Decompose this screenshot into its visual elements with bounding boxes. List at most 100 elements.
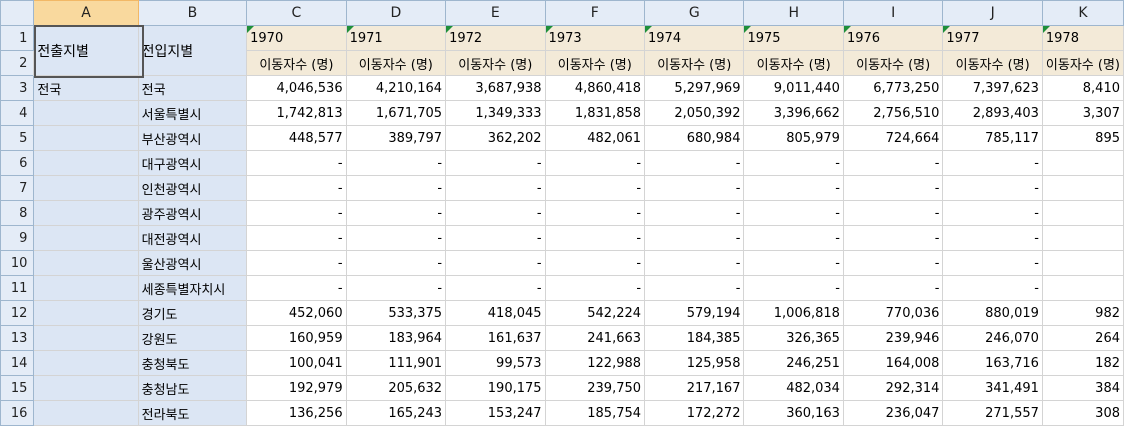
- cell-value[interactable]: -: [644, 225, 745, 251]
- unit-cell[interactable]: 이동자수 (명): [644, 50, 745, 76]
- cell-region[interactable]: 전국: [137, 75, 248, 101]
- cell-value[interactable]: 161,637: [445, 325, 546, 351]
- cell-value[interactable]: -: [544, 250, 646, 276]
- cell-value[interactable]: 205,632: [345, 375, 447, 401]
- column-header-f[interactable]: F: [544, 0, 646, 26]
- cell-origin[interactable]: [33, 300, 139, 326]
- cell-value[interactable]: -: [544, 175, 646, 201]
- cell-value[interactable]: 239,750: [544, 375, 646, 401]
- cell-value[interactable]: -: [445, 275, 546, 301]
- column-header-g[interactable]: G: [644, 0, 745, 26]
- cell-value[interactable]: 895: [1041, 125, 1124, 151]
- cell-value[interactable]: 4,210,164: [345, 75, 447, 101]
- cell-value[interactable]: 172,272: [644, 400, 745, 426]
- year-cell[interactable]: 1976: [842, 25, 944, 51]
- cell-origin[interactable]: [33, 275, 139, 301]
- cell-value[interactable]: 3,307: [1041, 100, 1124, 126]
- row-header-8[interactable]: 8: [0, 200, 35, 226]
- cell-value[interactable]: 292,314: [842, 375, 944, 401]
- cell-value[interactable]: -: [345, 150, 447, 176]
- sheet-table[interactable]: A B C D E F G H I J K 1 전출지별 전입지별 1970 1971 1972 1973 1974…: [0, 0, 1124, 426]
- cell-value[interactable]: [1041, 225, 1124, 251]
- cell-value[interactable]: 533,375: [345, 300, 447, 326]
- unit-cell[interactable]: 이동자수 (명): [743, 50, 844, 76]
- cell-value[interactable]: 3,396,662: [743, 100, 844, 126]
- cell-value[interactable]: -: [942, 150, 1043, 176]
- cell-value[interactable]: -: [445, 150, 546, 176]
- cell-value[interactable]: -: [544, 150, 646, 176]
- cell-value[interactable]: -: [644, 175, 745, 201]
- unit-cell[interactable]: 이동자수 (명): [942, 50, 1043, 76]
- cell-value[interactable]: 384: [1041, 375, 1124, 401]
- cell-value[interactable]: 341,491: [942, 375, 1043, 401]
- year-cell[interactable]: 1972: [445, 25, 546, 51]
- column-header-c[interactable]: C: [246, 0, 347, 26]
- cell-value[interactable]: 190,175: [445, 375, 546, 401]
- row-header-2[interactable]: 2: [0, 50, 35, 76]
- cell-value[interactable]: 1,671,705: [345, 100, 447, 126]
- year-cell[interactable]: 1970: [246, 25, 347, 51]
- cell-value[interactable]: 153,247: [445, 400, 546, 426]
- cell-value[interactable]: -: [345, 175, 447, 201]
- cell-value[interactable]: 448,577: [246, 125, 347, 151]
- cell-value[interactable]: 2,756,510: [842, 100, 944, 126]
- cell-value[interactable]: -: [743, 200, 844, 226]
- unit-cell[interactable]: 이동자수 (명): [246, 50, 347, 76]
- cell-value[interactable]: 271,557: [942, 400, 1043, 426]
- column-header-i[interactable]: I: [842, 0, 944, 26]
- cell-value[interactable]: 1,006,818: [743, 300, 844, 326]
- cell-region[interactable]: 광주광역시: [137, 200, 248, 226]
- column-header-h[interactable]: H: [743, 0, 844, 26]
- column-header-j[interactable]: J: [942, 0, 1043, 26]
- cell-value[interactable]: 9,011,440: [743, 75, 844, 101]
- row-header-5[interactable]: 5: [0, 125, 35, 151]
- column-header-e[interactable]: E: [445, 0, 546, 26]
- cell-value[interactable]: 246,251: [743, 350, 844, 376]
- cell-value[interactable]: [1041, 175, 1124, 201]
- row-header-10[interactable]: 10: [0, 250, 35, 276]
- cell-value[interactable]: 389,797: [345, 125, 447, 151]
- cell-value[interactable]: 246,070: [942, 325, 1043, 351]
- cell-value[interactable]: -: [345, 275, 447, 301]
- cell-value[interactable]: -: [445, 200, 546, 226]
- cell-value[interactable]: 2,050,392: [644, 100, 745, 126]
- cell-value[interactable]: 185,754: [544, 400, 646, 426]
- unit-cell[interactable]: 이동자수 (명): [842, 50, 944, 76]
- cell-value[interactable]: 362,202: [445, 125, 546, 151]
- cell-region[interactable]: 서울특별시: [137, 100, 248, 126]
- cell-origin[interactable]: [33, 400, 139, 426]
- cell-region[interactable]: 전라북도: [137, 400, 248, 426]
- column-header-k[interactable]: K: [1041, 0, 1124, 26]
- cell-value[interactable]: 163,716: [942, 350, 1043, 376]
- cell-value[interactable]: 1,349,333: [445, 100, 546, 126]
- cell-value[interactable]: 99,573: [445, 350, 546, 376]
- row-header-4[interactable]: 4: [0, 100, 35, 126]
- row-header-12[interactable]: 12: [0, 300, 35, 326]
- cell-value[interactable]: -: [842, 200, 944, 226]
- cell-value[interactable]: -: [644, 200, 745, 226]
- cell-origin[interactable]: [33, 200, 139, 226]
- cell-value[interactable]: 1,742,813: [246, 100, 347, 126]
- cell-value[interactable]: 192,979: [246, 375, 347, 401]
- cell-value[interactable]: -: [644, 275, 745, 301]
- cell-origin[interactable]: [33, 325, 139, 351]
- cell-value[interactable]: -: [246, 175, 347, 201]
- cell-origin[interactable]: [33, 350, 139, 376]
- cell-value[interactable]: 125,958: [644, 350, 745, 376]
- cell-value[interactable]: 160,959: [246, 325, 347, 351]
- cell-value[interactable]: 100,041: [246, 350, 347, 376]
- select-all-corner[interactable]: [0, 0, 35, 26]
- cell-region[interactable]: 부산광역시: [137, 125, 248, 151]
- cell-value[interactable]: 4,046,536: [246, 75, 347, 101]
- cell-region[interactable]: 강원도: [137, 325, 248, 351]
- cell-region[interactable]: 충청북도: [137, 350, 248, 376]
- cell-value[interactable]: -: [942, 250, 1043, 276]
- cell-origin[interactable]: 전국: [33, 75, 139, 101]
- row-header-7[interactable]: 7: [0, 175, 35, 201]
- cell-value[interactable]: 418,045: [445, 300, 546, 326]
- unit-cell[interactable]: 이동자수 (명): [445, 50, 546, 76]
- unit-cell[interactable]: 이동자수 (명): [544, 50, 646, 76]
- cell-value[interactable]: -: [246, 200, 347, 226]
- cell-value[interactable]: -: [644, 250, 745, 276]
- cell-value[interactable]: 7,397,623: [942, 75, 1043, 101]
